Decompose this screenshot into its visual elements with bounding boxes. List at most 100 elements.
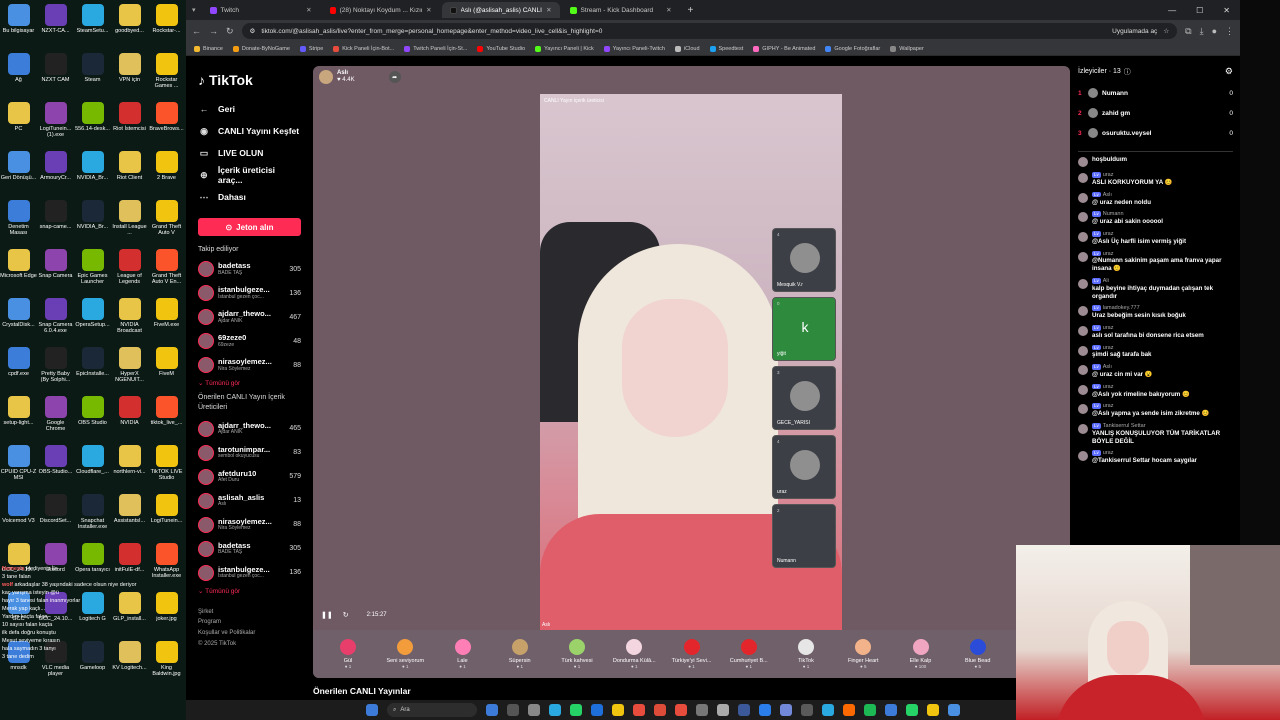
sidebar-nav-item[interactable]: ⊕ İçerik üreticisi araç... <box>198 164 301 186</box>
chat-message[interactable]: Lv uraz @Tankiserrul Settar hocam saygılar <box>1078 450 1233 465</box>
extensions-icon[interactable]: ⧉ <box>1185 26 1191 37</box>
desktop-icon[interactable]: snap-came... <box>37 200 74 249</box>
desktop-icon[interactable]: Riot İstemcisi <box>111 102 148 151</box>
account-item[interactable]: istanbulgeze... İstanbul gezen çoc... 136 <box>198 281 301 305</box>
account-item[interactable]: ajdarr_thewo... Ajdar ANIK 465 <box>198 417 301 441</box>
desktop-icon[interactable]: LogiTunein... (1).exe <box>37 102 74 151</box>
top-viewer-row[interactable]: 1 Numann 0 <box>1078 83 1233 103</box>
desktop-icon[interactable]: NVIDIA Broadcast <box>111 298 148 347</box>
taskbar-app-icon[interactable] <box>948 704 960 716</box>
taskbar-app-icon[interactable] <box>591 704 603 716</box>
desktop-icon[interactable]: NVIDIA <box>111 396 148 445</box>
gift-item[interactable]: Cumhuriyet B... ● 1 <box>724 639 774 669</box>
top-viewer-row[interactable]: 3 osuruktu.veysel 0 <box>1078 123 1233 143</box>
account-item[interactable]: nirasoylemez... Nira Söylemez 88 <box>198 513 301 537</box>
see-all-following[interactable]: ⌄ Tümünü gör <box>198 379 301 387</box>
bookmark-item[interactable]: GIPHY - Be Animated <box>753 45 815 52</box>
site-info-icon[interactable]: ⚙ <box>250 27 256 35</box>
sidebar-nav-item[interactable]: ⋯ Dahası <box>198 186 301 208</box>
guest-tile[interactable]: 0 k yiğit <box>772 297 836 361</box>
desktop-icon[interactable]: NZXT-CA... <box>37 4 74 53</box>
gift-item[interactable]: Lale ● 1 <box>438 639 488 669</box>
desktop-icon[interactable]: Google Chrome <box>37 396 74 445</box>
new-tab-button[interactable]: + <box>682 5 694 16</box>
back-icon[interactable]: ← <box>192 26 201 36</box>
tab-kick[interactable]: Stream - Kick Dashboard ✕ <box>562 2 680 18</box>
share-icon[interactable]: ➦ <box>388 71 401 83</box>
desktop-icon[interactable]: Snap Camera <box>37 249 74 298</box>
footer-link[interactable]: Program <box>198 617 301 628</box>
account-item[interactable]: tarotunimpar... sembol okuyucusu 83 <box>198 441 301 465</box>
gift-item[interactable]: Blue Bead ● 5 <box>953 639 1003 669</box>
taskbar-app-icon[interactable] <box>822 704 834 716</box>
desktop-icon[interactable]: Geri Dönüşü... <box>0 151 37 200</box>
gear-icon[interactable]: ⚙ <box>1225 66 1233 77</box>
taskbar-app-icon[interactable] <box>885 704 897 716</box>
chat-message[interactable]: Lv uraz şimdi sağ tarafa bak <box>1078 344 1233 360</box>
refresh-icon[interactable]: ↻ <box>343 611 349 619</box>
desktop-icon[interactable]: setup-light... <box>0 396 37 445</box>
desktop-icon[interactable]: 556.14-desk... <box>74 102 111 151</box>
top-viewer-row[interactable]: 2 zahid gm 0 <box>1078 103 1233 123</box>
taskbar-app-icon[interactable] <box>486 704 498 716</box>
desktop-icon[interactable]: League of Legends <box>111 249 148 298</box>
desktop-icon[interactable]: Install League ... <box>111 200 148 249</box>
info-icon[interactable]: ⓘ <box>1124 67 1131 77</box>
bookmark-item[interactable]: Yayıncı Paneli | Kick <box>535 45 594 52</box>
desktop-icon[interactable]: BraveBrows... <box>148 102 185 151</box>
desktop-icon[interactable]: NZXT CAM <box>37 53 74 102</box>
gift-item[interactable]: Türk kahvesi ● 1 <box>552 639 602 669</box>
taskbar-app-icon[interactable] <box>843 704 855 716</box>
bookmark-item[interactable]: iCloud <box>674 45 700 52</box>
taskbar-app-icon[interactable] <box>507 704 519 716</box>
desktop-icon[interactable]: OBS-Studio... <box>37 445 74 494</box>
chat-message[interactable]: Lv uraz @Numann sakinim paşam ama franva y… <box>1078 250 1233 273</box>
close-icon[interactable]: ✕ <box>666 6 671 14</box>
taskbar-app-icon[interactable] <box>906 704 918 716</box>
forward-icon[interactable]: → <box>209 26 218 36</box>
account-item[interactable]: badetass BADE TAŞ 305 <box>198 257 301 281</box>
desktop-icon[interactable]: OperaSetup... <box>74 298 111 347</box>
desktop-icon[interactable]: OBS Studio <box>74 396 111 445</box>
desktop-icon[interactable]: northlern-vi... <box>111 445 148 494</box>
minimize-icon[interactable]: — <box>1168 6 1176 15</box>
footer-link[interactable]: Şirket <box>198 607 301 618</box>
taskbar-app-icon[interactable] <box>528 704 540 716</box>
desktop-icon[interactable]: Microsoft Edge <box>0 249 37 298</box>
chat-message[interactable]: Lv Aslı @ uraz neden noldu <box>1078 191 1233 207</box>
gift-item[interactable]: Türkiye'yi Sevi... ● 1 <box>667 639 717 669</box>
start-icon[interactable] <box>366 704 378 716</box>
desktop-icon[interactable]: goodbyed... <box>111 4 148 53</box>
close-icon[interactable]: ✕ <box>306 6 311 14</box>
desktop-icon[interactable]: Cloudflare_... <box>74 445 111 494</box>
taskbar-app-icon[interactable] <box>612 704 624 716</box>
gift-item[interactable]: Finger Heart ● 5 <box>838 639 888 669</box>
maximize-icon[interactable]: ☐ <box>1196 6 1203 15</box>
desktop-icon[interactable]: AssistantsI... <box>111 494 148 543</box>
account-item[interactable]: aslisah_aslis Aslı 13 <box>198 489 301 513</box>
desktop-icon[interactable]: Steam <box>74 53 111 102</box>
bookmark-item[interactable]: Wallpaper <box>890 45 924 52</box>
gift-item[interactable]: TikTok ● 1 <box>781 639 831 669</box>
desktop-icon[interactable]: CrystalDisk... <box>0 298 37 347</box>
desktop-icon[interactable]: LogiTunein... <box>148 494 185 543</box>
close-window-icon[interactable]: ✕ <box>1223 6 1230 15</box>
tiktok-logo[interactable]: ♪ TikTok <box>198 72 301 88</box>
desktop-icon[interactable]: FiveM.exe <box>148 298 185 347</box>
account-item[interactable]: nirasoylemez... Nira Söylemez 88 <box>198 353 301 377</box>
footer-link[interactable]: © 2025 TikTok <box>198 639 301 650</box>
chat-message[interactable]: Lv uraz @Aslı Üç harfli isim vermiş yiğit <box>1078 230 1233 246</box>
guest-tile[interactable]: 2 Numann <box>772 504 836 568</box>
open-in-app-button[interactable]: Uygulamada aç <box>1112 28 1157 35</box>
taskbar-app-icon[interactable] <box>801 704 813 716</box>
account-item[interactable]: badetass BADE TAŞ 305 <box>198 537 301 561</box>
bookmark-item[interactable]: Donate-ByNoGame <box>232 45 290 52</box>
address-bar[interactable]: ⚙ tiktok.com/@aslisah_aslis/live?enter_f… <box>241 23 1178 39</box>
desktop-icon[interactable]: Denetim Masası <box>0 200 37 249</box>
taskbar-app-icon[interactable] <box>780 704 792 716</box>
desktop-icon[interactable]: HyperX NGENUIT... <box>111 347 148 396</box>
chat-message[interactable]: Lv lamadokey.777 Uraz bebeğim sesin kısık … <box>1078 305 1233 320</box>
chat-message[interactable]: Lv uraz aslı sol tarafına bi donsene rica … <box>1078 324 1233 340</box>
tab-list-icon[interactable]: ▾ <box>192 6 200 14</box>
see-all-suggested[interactable]: ⌄ Tümünü gör <box>198 587 301 595</box>
